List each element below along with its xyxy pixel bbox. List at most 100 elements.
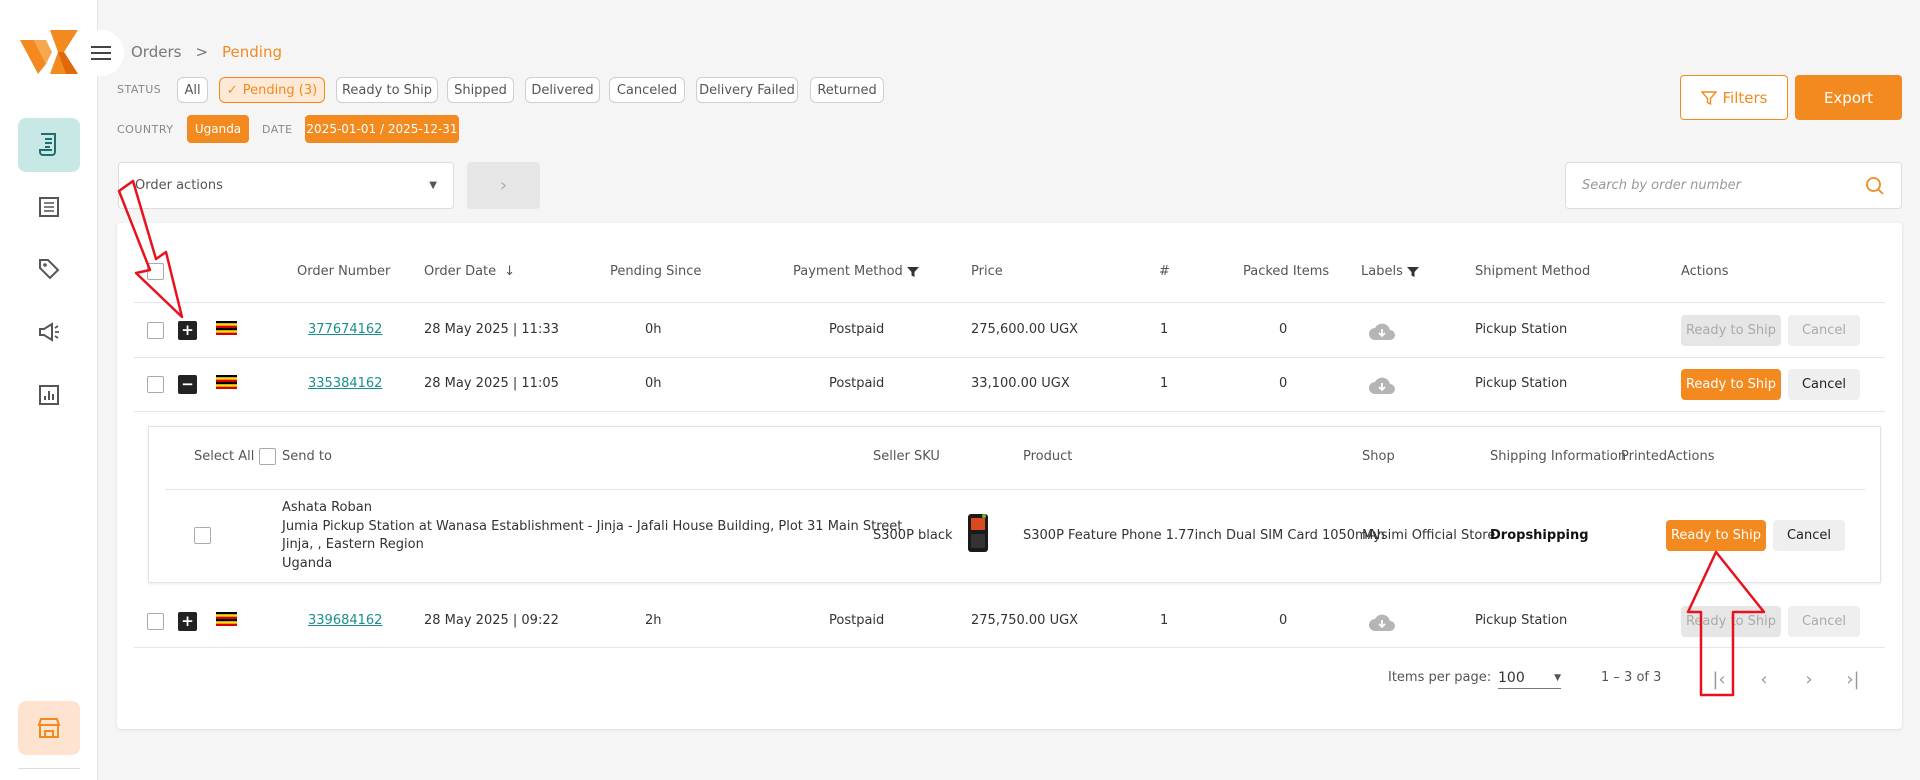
sub-header-shipping-info: Shipping Information <box>1490 449 1627 464</box>
header-price: Price <box>971 264 1003 279</box>
item-cancel-button[interactable]: Cancel <box>1773 520 1845 551</box>
prev-page-button[interactable]: ‹ <box>1749 664 1779 694</box>
status-chip-shipped[interactable]: Shipped <box>447 77 514 103</box>
cancel-button[interactable]: Cancel <box>1788 315 1860 346</box>
nav-reports[interactable] <box>18 368 80 422</box>
sub-header-divider <box>165 489 1865 490</box>
first-page-icon: |‹ <box>1712 668 1726 690</box>
packed-items: 0 <box>1279 613 1288 628</box>
shop-name: Mysimi Official Store <box>1362 528 1496 543</box>
header-labels[interactable]: Labels <box>1361 264 1419 279</box>
menu-toggle-button[interactable] <box>78 30 124 76</box>
product-thumbnail[interactable] <box>967 513 989 553</box>
expand-row-button[interactable]: + <box>178 321 197 340</box>
row-checkbox[interactable] <box>147 613 164 630</box>
status-chip-pending[interactable]: ✓ Pending (3) <box>219 77 325 103</box>
address-name: Ashata Roban <box>282 500 372 515</box>
order-number-link[interactable]: 377674162 <box>308 322 382 337</box>
nav-orders[interactable] <box>18 118 80 172</box>
ready-to-ship-button[interactable]: Ready to Ship <box>1681 315 1781 346</box>
filter-icon <box>1406 266 1419 277</box>
pending-since: 2h <box>645 613 662 628</box>
status-chip-pending-label: Pending (3) <box>242 82 318 98</box>
date-range-chip[interactable]: 2025-01-01 / 2025-12-31 <box>305 115 459 143</box>
product-name[interactable]: S300P Feature Phone 1.77inch Dual SIM Ca… <box>1023 528 1385 543</box>
megaphone-icon <box>39 322 59 342</box>
order-number-link[interactable]: 335384162 <box>308 376 382 391</box>
nav-store[interactable] <box>18 701 80 755</box>
nav-tags[interactable] <box>18 242 80 296</box>
items-per-page-select[interactable]: 100 ▼ <box>1498 667 1561 689</box>
header-order-date-label: Order Date <box>424 264 497 279</box>
last-page-button[interactable]: ›| <box>1838 664 1868 694</box>
payment-method: Postpaid <box>829 322 885 337</box>
filters-button[interactable]: Filters <box>1680 75 1788 120</box>
nav-promotions[interactable] <box>18 305 80 359</box>
header-divider <box>134 302 1885 303</box>
select-all-checkbox[interactable] <box>147 263 164 280</box>
sidebar-divider <box>18 768 80 769</box>
store-icon <box>37 718 61 738</box>
row-checkbox[interactable] <box>147 322 164 339</box>
breadcrumb-current: Pending <box>222 43 282 61</box>
apply-action-button[interactable]: › <box>467 162 540 209</box>
row-checkbox[interactable] <box>147 376 164 393</box>
uganda-flag-icon <box>216 321 237 335</box>
header-payment-method[interactable]: Payment Method <box>793 264 919 279</box>
cancel-button[interactable]: Cancel <box>1788 369 1860 400</box>
status-chip-ready-to-ship[interactable]: Ready to Ship <box>336 77 438 103</box>
shipment-method: Pickup Station <box>1475 322 1568 337</box>
cloud-download-icon[interactable] <box>1367 375 1397 395</box>
first-page-button[interactable]: |‹ <box>1704 664 1734 694</box>
shipment-method: Pickup Station <box>1475 613 1568 628</box>
cloud-download-icon[interactable] <box>1367 321 1397 341</box>
status-chip-delivered[interactable]: Delivered <box>525 77 600 103</box>
chevron-right-icon: › <box>1805 668 1813 690</box>
filter-icon <box>906 266 919 277</box>
country-chip[interactable]: Uganda <box>187 115 249 143</box>
collapse-row-button[interactable]: − <box>178 375 197 394</box>
ready-to-ship-button[interactable]: Ready to Ship <box>1681 606 1781 637</box>
ready-to-ship-button[interactable]: Ready to Ship <box>1681 369 1781 400</box>
nav-list[interactable] <box>18 180 80 234</box>
filter-icon <box>1700 90 1717 105</box>
header-payment-method-label: Payment Method <box>793 264 903 279</box>
next-page-button[interactable]: › <box>1794 664 1824 694</box>
item-ready-to-ship-button[interactable]: Ready to Ship <box>1666 520 1766 551</box>
status-chip-returned[interactable]: Returned <box>810 77 884 103</box>
header-count: # <box>1159 264 1170 279</box>
header-shipment-method: Shipment Method <box>1475 264 1591 279</box>
search-input[interactable] <box>1582 178 1842 193</box>
header-pending-since: Pending Since <box>610 264 702 279</box>
header-order-date[interactable]: Order Date ↓ <box>424 264 515 279</box>
plus-icon: + <box>181 612 194 630</box>
last-page-icon: ›| <box>1846 668 1860 690</box>
order-actions-select[interactable]: Order actions ▼ <box>118 162 454 209</box>
item-checkbox[interactable] <box>194 527 211 544</box>
country-label: COUNTRY <box>117 123 174 136</box>
status-chip-all[interactable]: All <box>177 77 208 103</box>
order-number-link[interactable]: 339684162 <box>308 613 382 628</box>
search-icon[interactable] <box>1865 176 1885 196</box>
order-date: 28 May 2025 | 11:33 <box>424 322 559 337</box>
sub-header-product: Product <box>1023 449 1073 464</box>
sub-header-printed: Printed <box>1621 449 1668 464</box>
packed-items: 0 <box>1279 376 1288 391</box>
pagination-range: 1 – 3 of 3 <box>1601 670 1662 685</box>
row-divider <box>134 411 1885 412</box>
filters-label: Filters <box>1722 88 1768 107</box>
expand-row-button[interactable]: + <box>178 612 197 631</box>
breadcrumb-orders[interactable]: Orders <box>131 43 181 61</box>
header-order-number: Order Number <box>297 264 391 279</box>
sub-select-all-checkbox[interactable] <box>259 448 276 465</box>
header-labels-label: Labels <box>1361 264 1403 279</box>
cancel-button[interactable]: Cancel <box>1788 606 1860 637</box>
export-button[interactable]: Export <box>1795 75 1902 120</box>
status-chip-canceled[interactable]: Canceled <box>609 77 685 103</box>
sub-header-shop: Shop <box>1362 449 1395 464</box>
status-chip-delivery-failed[interactable]: Delivery Failed <box>696 77 798 103</box>
cloud-download-icon[interactable] <box>1367 612 1397 632</box>
sidebar <box>0 0 98 780</box>
row-divider <box>134 357 1885 358</box>
pending-since: 0h <box>645 322 662 337</box>
